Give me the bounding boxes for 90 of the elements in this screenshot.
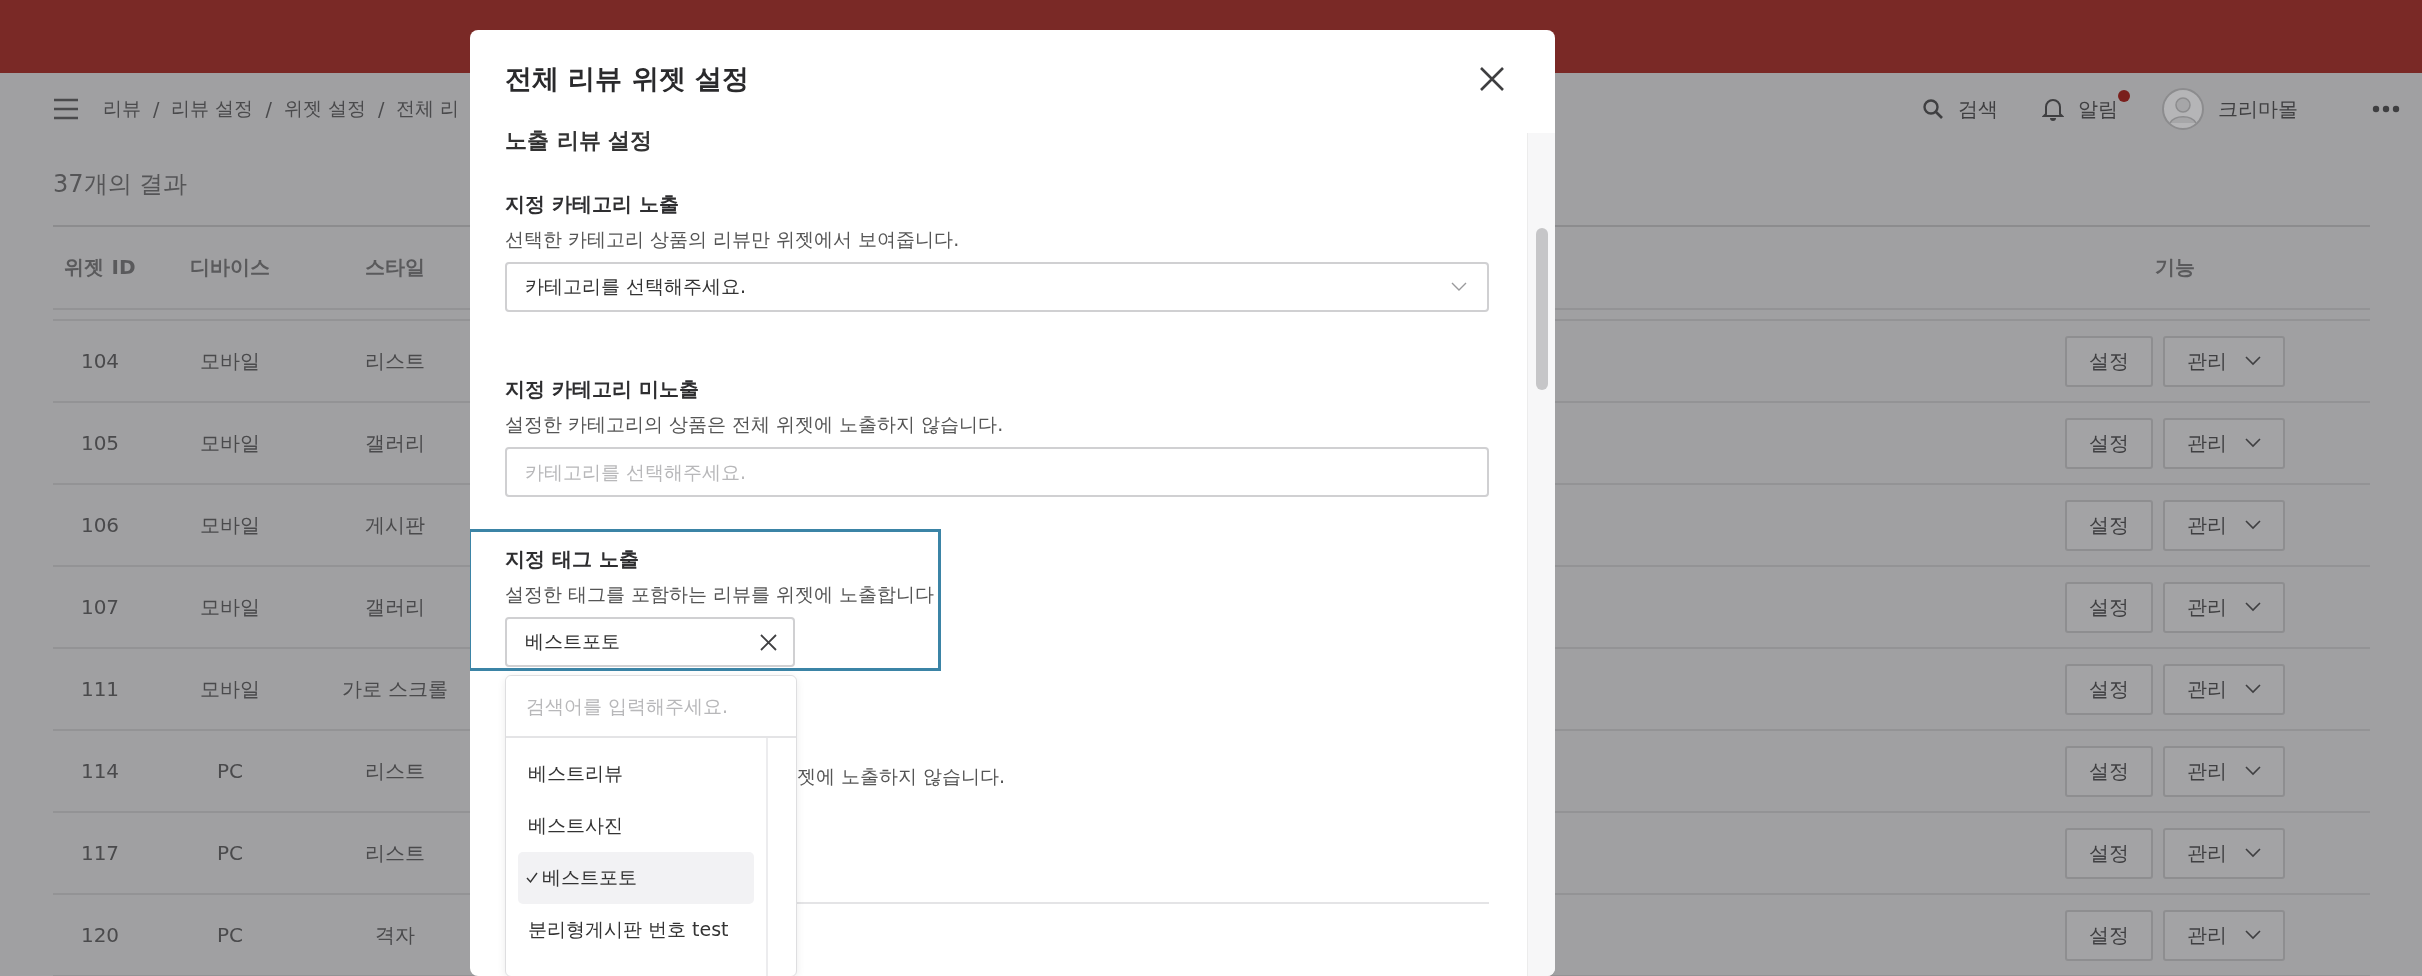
manage-dropdown-button[interactable]: 관리	[2163, 909, 2285, 961]
caret-icon	[2245, 930, 2261, 940]
scrollbar-thumb[interactable]	[1536, 228, 1548, 390]
column-header: 기능	[2154, 254, 2196, 281]
table-cell-text: 격자	[374, 921, 416, 949]
table-cell-text: 114	[79, 759, 121, 783]
category-input[interactable]: 카테고리를 선택해주세요.	[505, 447, 1489, 497]
table-cell-text: 게시판	[364, 511, 426, 539]
more-icon[interactable]	[2372, 105, 2400, 113]
column-header: 위젯 ID	[63, 254, 137, 281]
breadcrumb-link[interactable]: 리뷰	[103, 96, 141, 122]
settings-button[interactable]: 설정	[2065, 417, 2153, 469]
table-cell-text: 리스트	[364, 757, 426, 785]
manage-dropdown-button[interactable]: 관리	[2163, 745, 2285, 797]
profile-link[interactable]: 크리마몰	[2218, 95, 2298, 123]
field-label: 지정 태그 노출	[505, 546, 640, 573]
table-cell-text: PC	[216, 841, 244, 865]
breadcrumb-link[interactable]: 전체 리	[396, 96, 460, 122]
field-label: 지정 카테고리 노출	[505, 191, 680, 218]
table-cell-text: 갤러리	[364, 593, 426, 621]
category-select[interactable]: 카테고리를 선택해주세요.	[505, 262, 1489, 312]
settings-button[interactable]: 설정	[2065, 745, 2153, 797]
field-description: 설정한 태그를 포함하는 리뷰를 위젯에 노출합니다	[505, 582, 935, 607]
field-description: 젯에 노출하지 않습니다.	[797, 764, 1006, 789]
breadcrumb-link[interactable]: 위젯 설정	[283, 96, 366, 122]
table-cell-text: 모바일	[199, 593, 261, 621]
table-cell-text: 갤러리	[364, 429, 426, 457]
tag-option[interactable]: 분리형게시판 번호 test	[518, 904, 754, 956]
field-description: 선택한 카테고리 상품의 리뷰만 위젯에서 보여줍니다.	[505, 227, 961, 252]
settings-button[interactable]: 설정	[2065, 335, 2153, 387]
caret-icon	[2245, 602, 2261, 612]
settings-button[interactable]: 설정	[2065, 581, 2153, 633]
table-cell-text: 리스트	[364, 839, 426, 867]
table-cell-text: 리스트	[364, 347, 426, 375]
close-button[interactable]	[1479, 65, 1505, 92]
close-icon	[1479, 65, 1505, 92]
search-field[interactable]: 검색어를 입력해주세요.	[506, 676, 796, 738]
table-cell-text: 104	[79, 349, 121, 373]
tag-option[interactable]: 베스트사진	[518, 800, 754, 852]
table-cell-text: 111	[79, 677, 121, 701]
manage-dropdown-button[interactable]: 관리	[2163, 663, 2285, 715]
menu-icon[interactable]	[53, 98, 79, 120]
bell-icon	[2042, 97, 2064, 121]
table-cell-text: 105	[79, 431, 121, 455]
clear-icon[interactable]	[760, 633, 777, 651]
table-cell-text: PC	[216, 923, 244, 947]
table-cell-text: 106	[79, 513, 121, 537]
search-link[interactable]: 검색	[1958, 95, 1998, 123]
settings-button[interactable]: 설정	[2065, 663, 2153, 715]
table-cell-text: 가로 스크롤	[340, 675, 450, 703]
check-icon	[526, 872, 538, 884]
column-header: 스타일	[364, 254, 426, 281]
breadcrumb-separator: /	[153, 98, 160, 120]
dialog-title: 전체 리뷰 위젯 설정	[505, 61, 750, 96]
table-cell-text: 모바일	[199, 511, 261, 539]
notifications-link[interactable]: 알림	[2078, 96, 2118, 121]
manage-dropdown-button[interactable]: 관리	[2163, 335, 2285, 387]
caret-icon	[2245, 438, 2261, 448]
caret-icon	[2245, 766, 2261, 776]
search-icon	[1922, 98, 1944, 120]
table-cell-text: 모바일	[199, 675, 261, 703]
result-count: 37개의 결과	[53, 169, 188, 200]
caret-icon	[1451, 282, 1467, 292]
manage-dropdown-button[interactable]: 관리	[2163, 417, 2285, 469]
settings-button[interactable]: 설정	[2065, 827, 2153, 879]
manage-dropdown-button[interactable]: 관리	[2163, 581, 2285, 633]
table-cell-text: PC	[216, 759, 244, 783]
breadcrumb-separator: /	[265, 98, 272, 120]
table-cell-text: 117	[79, 841, 121, 865]
tag-option[interactable]: 베스트포토	[518, 852, 754, 904]
settings-button[interactable]: 설정	[2065, 499, 2153, 551]
breadcrumb-link[interactable]: 리뷰 설정	[171, 96, 254, 122]
settings-button[interactable]: 설정	[2065, 909, 2153, 961]
table-cell-text: 120	[79, 923, 121, 947]
caret-icon	[2245, 356, 2261, 366]
manage-dropdown-button[interactable]: 관리	[2163, 499, 2285, 551]
caret-icon	[2245, 520, 2261, 530]
avatar-icon	[2162, 88, 2204, 130]
breadcrumb-separator: /	[377, 98, 385, 120]
tag-option[interactable]: 베스트리뷰	[518, 748, 754, 800]
table-cell-text: 모바일	[199, 347, 261, 375]
column-header: 디바이스	[189, 254, 271, 281]
field-label: 지정 카테고리 미노출	[505, 376, 700, 403]
caret-icon	[2245, 684, 2261, 694]
manage-dropdown-button[interactable]: 관리	[2163, 827, 2285, 879]
table-cell-text: 107	[79, 595, 121, 619]
table-cell-text: 모바일	[199, 429, 261, 457]
section-heading: 노출 리뷰 설정	[505, 129, 654, 153]
field-description: 설정한 카테고리의 상품은 전체 위젯에 노출하지 않습니다.	[505, 412, 1005, 437]
caret-icon	[2245, 848, 2261, 858]
